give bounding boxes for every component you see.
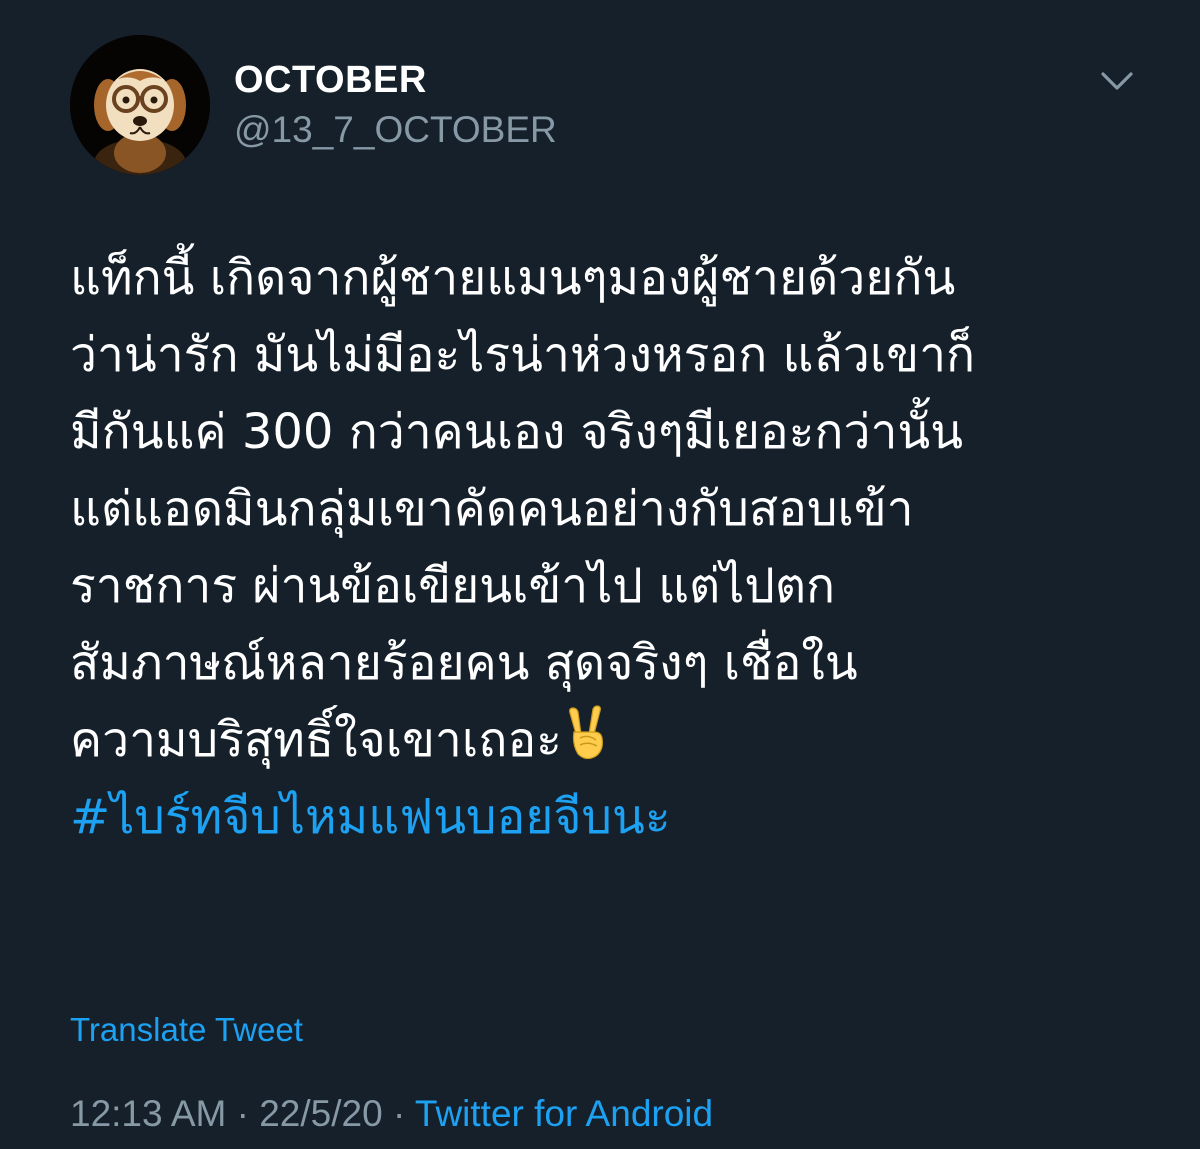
victory-hand-emoji-icon [564, 704, 610, 762]
tweet-time[interactable]: 12:13 AM [70, 1093, 226, 1134]
meta-separator: · [226, 1093, 260, 1134]
tweet-text-line: มีกันแค่ 300 กว่าคนเอง จริงๆมีเยอะกว่านั… [70, 404, 964, 460]
tweet-text-line: ราชการ ผ่านข้อเขียนเข้าไป แต่ไปตก [70, 558, 836, 614]
tweet-text-last-line: ความบริสุทธิ์ใจเขาเถอะ [70, 702, 1150, 779]
tweet-text-line: สัมภาษณ์หลายร้อยคน สุดจริงๆ เชื่อใน [70, 635, 858, 691]
user-handle[interactable]: @13_7_OCTOBER [234, 108, 557, 152]
tweet-text-line: ว่าน่ารัก มันไม่มีอะไรน่าห่วงหรอก แล้วเข… [70, 327, 976, 383]
tweet-text-line: แท็กนี้ เกิดจากผู้ชายแมนๆมองผู้ชายด้วยกั… [70, 250, 956, 306]
tweet-text-line: ความบริสุทธิ์ใจเขาเถอะ [70, 712, 562, 768]
tweet-source-link[interactable]: Twitter for Android [415, 1093, 713, 1134]
tweet-text: แท็กนี้ เกิดจากผู้ชายแมนๆมองผู้ชายด้วยกั… [70, 240, 1150, 856]
cartoon-dog-avatar-icon [70, 35, 210, 175]
meta-separator: · [382, 1093, 415, 1134]
tweet-card: OCTOBER @13_7_OCTOBER แท็กนี้ เกิดจากผู้… [0, 0, 1200, 1149]
chevron-down-icon[interactable] [1094, 62, 1140, 102]
display-name[interactable]: OCTOBER [234, 58, 427, 102]
translate-tweet-link[interactable]: Translate Tweet [70, 1010, 303, 1050]
tweet-text-line: แต่แอดมินกลุ่มเขาคัดคนอย่างกับสอบเข้า [70, 481, 914, 537]
tweet-meta: 12:13 AM · 22/5/20 · Twitter for Android [70, 1092, 713, 1136]
avatar[interactable] [70, 35, 210, 175]
tweet-date[interactable]: 22/5/20 [259, 1093, 382, 1134]
hashtag-link[interactable]: #ไบร์ทจีบไหมแฟนบอยจีบนะ [70, 779, 1150, 856]
